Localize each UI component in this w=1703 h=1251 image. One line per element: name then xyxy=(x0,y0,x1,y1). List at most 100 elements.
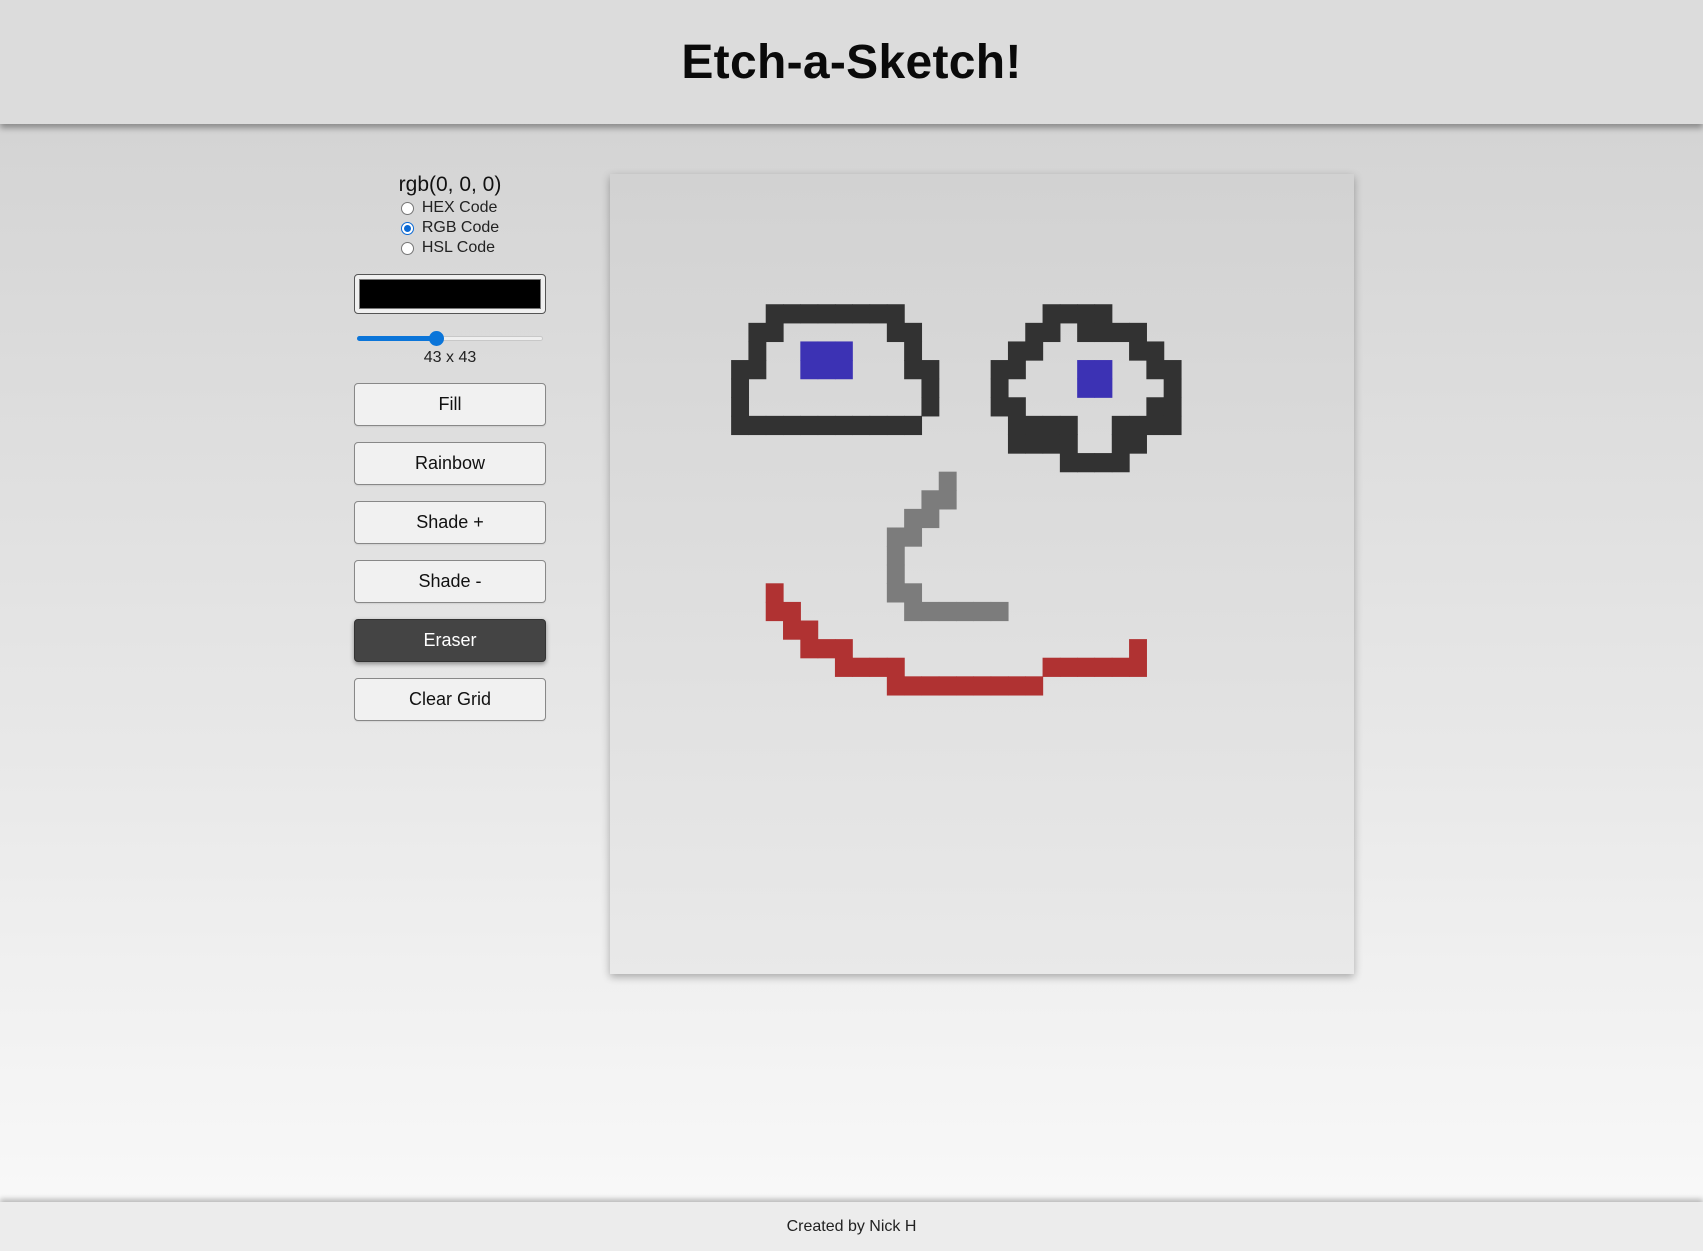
mouth-cell[interactable] xyxy=(1059,657,1078,677)
outline-cell[interactable] xyxy=(783,415,801,436)
hex-radio[interactable] xyxy=(400,201,414,215)
mouth-cell[interactable] xyxy=(921,676,940,696)
mouth-cell[interactable] xyxy=(834,639,853,659)
outline-cell[interactable] xyxy=(748,415,767,436)
outline-cell[interactable] xyxy=(1111,322,1130,343)
outline-cell[interactable] xyxy=(765,415,784,436)
outline-cell[interactable] xyxy=(731,378,750,398)
outline-cell[interactable] xyxy=(731,397,750,417)
mouth-cell[interactable] xyxy=(817,639,836,659)
nose-cell[interactable] xyxy=(886,583,905,603)
mouth-cell[interactable] xyxy=(1042,657,1061,677)
outline-cell[interactable] xyxy=(1077,304,1096,324)
pupil-cell[interactable] xyxy=(834,360,853,380)
mouth-cell[interactable] xyxy=(783,601,801,622)
mouth-cell[interactable] xyxy=(973,676,992,696)
nose-cell[interactable] xyxy=(938,601,957,622)
pupil-cell[interactable] xyxy=(800,360,819,380)
outline-cell[interactable] xyxy=(1146,397,1165,417)
outline-cell[interactable] xyxy=(852,304,871,324)
shade-minus-button[interactable]: Shade - xyxy=(354,560,546,603)
outline-cell[interactable] xyxy=(1146,360,1165,380)
mouth-cell[interactable] xyxy=(1077,657,1096,677)
outline-cell[interactable] xyxy=(1163,378,1182,398)
outline-cell[interactable] xyxy=(731,360,750,380)
outline-cell[interactable] xyxy=(1163,415,1182,436)
mouth-cell[interactable] xyxy=(783,620,801,640)
outline-cell[interactable] xyxy=(904,415,923,436)
nose-cell[interactable] xyxy=(886,527,905,547)
outline-cell[interactable] xyxy=(1111,434,1130,454)
outline-cell[interactable] xyxy=(886,304,905,324)
outline-cell[interactable] xyxy=(1094,322,1113,343)
outline-cell[interactable] xyxy=(1146,415,1165,436)
nose-cell[interactable] xyxy=(990,601,1009,622)
outline-cell[interactable] xyxy=(886,322,905,343)
pupil-cell[interactable] xyxy=(1094,360,1113,380)
outline-cell[interactable] xyxy=(1025,341,1044,361)
outline-cell[interactable] xyxy=(800,304,819,324)
outline-cell[interactable] xyxy=(1007,397,1026,417)
outline-cell[interactable] xyxy=(1094,453,1113,473)
outline-cell[interactable] xyxy=(886,415,905,436)
outline-cell[interactable] xyxy=(783,304,801,324)
mouth-cell[interactable] xyxy=(956,676,974,696)
mouth-cell[interactable] xyxy=(1129,639,1147,659)
outline-cell[interactable] xyxy=(1129,415,1147,436)
mouth-cell[interactable] xyxy=(1111,657,1130,677)
outline-cell[interactable] xyxy=(904,360,923,380)
mouth-cell[interactable] xyxy=(1025,676,1044,696)
nose-cell[interactable] xyxy=(904,601,923,622)
outline-cell[interactable] xyxy=(834,304,853,324)
outline-cell[interactable] xyxy=(1042,322,1061,343)
color-picker[interactable] xyxy=(354,274,546,314)
outline-cell[interactable] xyxy=(869,304,888,324)
outline-cell[interactable] xyxy=(1146,341,1165,361)
color-format-hsl[interactable]: HSL Code xyxy=(400,238,495,258)
outline-cell[interactable] xyxy=(1007,415,1026,436)
outline-cell[interactable] xyxy=(765,304,784,324)
outline-cell[interactable] xyxy=(1111,415,1130,436)
mouth-cell[interactable] xyxy=(1094,657,1113,677)
mouth-cell[interactable] xyxy=(869,657,888,677)
outline-cell[interactable] xyxy=(748,322,767,343)
outline-cell[interactable] xyxy=(1059,304,1078,324)
outline-cell[interactable] xyxy=(800,415,819,436)
mouth-cell[interactable] xyxy=(765,583,784,603)
pupil-cell[interactable] xyxy=(834,341,853,361)
outline-cell[interactable] xyxy=(1042,304,1061,324)
nose-cell[interactable] xyxy=(904,527,923,547)
clear-grid-button[interactable]: Clear Grid xyxy=(354,678,546,721)
mouth-cell[interactable] xyxy=(800,639,819,659)
mouth-cell[interactable] xyxy=(1129,657,1147,677)
outline-cell[interactable] xyxy=(1007,360,1026,380)
mouth-cell[interactable] xyxy=(886,676,905,696)
outline-cell[interactable] xyxy=(990,360,1009,380)
color-format-rgb[interactable]: RGB Code xyxy=(400,218,499,238)
sketch-grid[interactable] xyxy=(610,174,1354,974)
outline-cell[interactable] xyxy=(817,415,836,436)
outline-cell[interactable] xyxy=(904,322,923,343)
outline-cell[interactable] xyxy=(1059,453,1078,473)
outline-cell[interactable] xyxy=(1129,322,1147,343)
outline-cell[interactable] xyxy=(990,378,1009,398)
nose-cell[interactable] xyxy=(921,490,940,510)
nose-cell[interactable] xyxy=(921,601,940,622)
pupil-cell[interactable] xyxy=(1077,360,1096,380)
mouth-cell[interactable] xyxy=(886,657,905,677)
nose-cell[interactable] xyxy=(921,508,940,529)
nose-cell[interactable] xyxy=(973,601,992,622)
outline-cell[interactable] xyxy=(1025,434,1044,454)
outline-cell[interactable] xyxy=(834,415,853,436)
outline-cell[interactable] xyxy=(921,397,940,417)
mouth-cell[interactable] xyxy=(834,657,853,677)
outline-cell[interactable] xyxy=(921,378,940,398)
nose-cell[interactable] xyxy=(904,583,923,603)
outline-cell[interactable] xyxy=(1129,341,1147,361)
mouth-cell[interactable] xyxy=(800,620,819,640)
outline-cell[interactable] xyxy=(765,322,784,343)
nose-cell[interactable] xyxy=(886,564,905,584)
pupil-cell[interactable] xyxy=(817,360,836,380)
outline-cell[interactable] xyxy=(1007,341,1026,361)
mouth-cell[interactable] xyxy=(938,676,957,696)
